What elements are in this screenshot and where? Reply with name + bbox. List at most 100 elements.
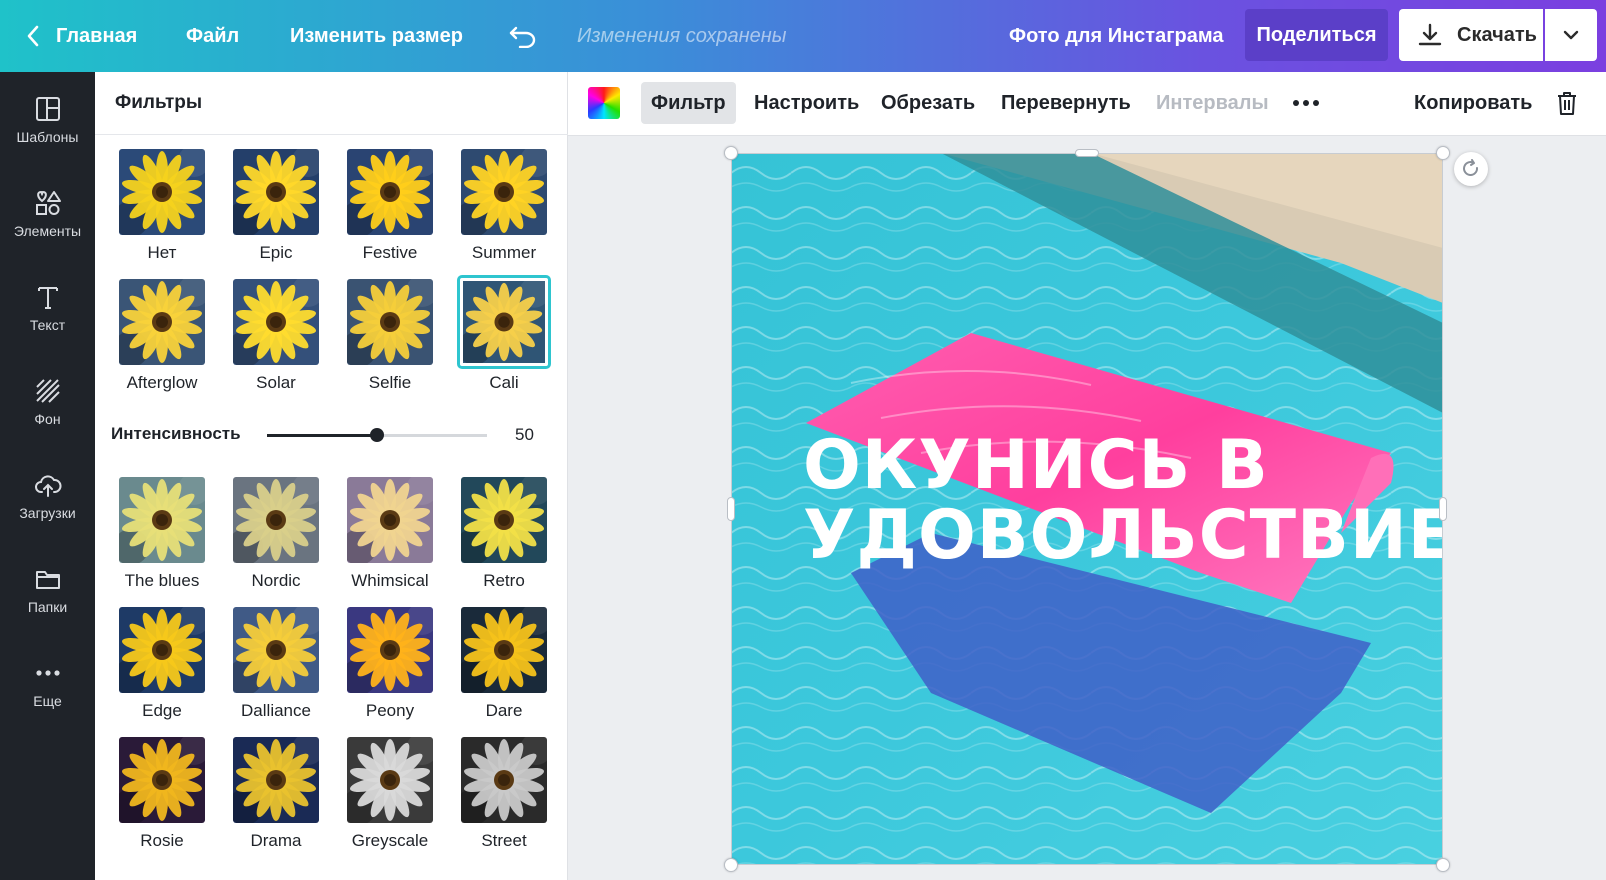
resize-handle-right[interactable]: [1439, 497, 1447, 521]
sidebar-item-background[interactable]: Фон: [0, 362, 95, 442]
resize-handle-bottom-left[interactable]: [724, 858, 738, 872]
filter-label: Greyscale: [351, 831, 429, 850]
intensity-slider[interactable]: [267, 428, 487, 442]
sidebar-item-folders[interactable]: Папки: [0, 550, 95, 630]
filter-label: Retro: [483, 571, 525, 590]
file-menu[interactable]: Файл: [186, 0, 239, 72]
text-icon: [37, 287, 58, 309]
filter-thumbnail: [461, 607, 547, 693]
filter-option-the-blues[interactable]: The blues: [117, 475, 207, 593]
filter-option-nordic[interactable]: Nordic: [231, 475, 321, 593]
resize-button[interactable]: Изменить размер: [290, 0, 463, 72]
panel-title: Фильтры: [115, 92, 203, 113]
undo-button[interactable]: [508, 0, 538, 72]
sidebar-item-elements[interactable]: Элементы: [0, 174, 95, 254]
filter-thumbnail: [347, 477, 433, 563]
sidebar-item-uploads[interactable]: Загрузки: [0, 456, 95, 536]
home-link[interactable]: Главная: [26, 0, 137, 72]
filter-thumbnail: [119, 477, 205, 563]
folder-icon: [35, 571, 60, 589]
save-status: Изменения сохранены: [577, 24, 787, 47]
design-title[interactable]: Фото для Инстаграма: [1009, 0, 1224, 72]
filter-option-нет[interactable]: Нет: [117, 147, 207, 265]
download-icon: [1418, 23, 1442, 46]
download-label: Скачать: [1457, 23, 1537, 46]
filter-label: Festive: [362, 243, 418, 262]
filter-label: Street: [481, 831, 527, 850]
flip-tool-button[interactable]: Перевернуть: [991, 82, 1141, 124]
filter-label: Solar: [256, 373, 296, 392]
delete-button[interactable]: [1546, 82, 1588, 124]
filter-option-afterglow[interactable]: Afterglow: [117, 277, 207, 395]
crop-tool-button[interactable]: Обрезать: [871, 82, 985, 124]
intensity-slider-fill: [267, 434, 377, 437]
sidebar-label: Загрузки: [19, 505, 76, 521]
filter-thumbnail: [119, 737, 205, 823]
filter-option-festive[interactable]: Festive: [345, 147, 435, 265]
color-picker-button[interactable]: [588, 87, 620, 119]
headline-text[interactable]: ОКУНИСЬ В УДОВОЛЬСТВИЕ: [803, 431, 1443, 571]
edit-toolbar: Фильтр Настроить Обрезать Перевернуть Ин…: [568, 72, 1606, 136]
filter-label: Whimsical: [351, 571, 429, 590]
filter-label: Edge: [142, 701, 182, 720]
share-button[interactable]: Поделиться: [1245, 9, 1388, 61]
filter-label: Selfie: [368, 373, 412, 392]
filter-option-rosie[interactable]: Rosie: [117, 735, 207, 853]
sidebar: Шаблоны Элементы Текст Фон Загрузки Папк…: [0, 72, 95, 880]
filter-option-street[interactable]: Street: [459, 735, 549, 853]
sidebar-item-text[interactable]: Текст: [0, 268, 95, 348]
filter-label: The blues: [124, 571, 200, 590]
filter-tool-button[interactable]: Фильтр: [641, 82, 736, 124]
more-options-button[interactable]: [1282, 82, 1330, 124]
sidebar-label: Шаблоны: [16, 129, 79, 145]
filter-option-whimsical[interactable]: Whimsical: [345, 475, 435, 593]
filter-option-summer[interactable]: Summer: [459, 147, 549, 265]
filter-option-peony[interactable]: Peony: [345, 605, 435, 723]
filter-option-drama[interactable]: Drama: [231, 735, 321, 853]
home-label: Главная: [56, 24, 138, 47]
adjust-tool-button[interactable]: Настроить: [744, 82, 869, 124]
filter-option-epic[interactable]: Epic: [231, 147, 321, 265]
trash-icon: [1558, 92, 1576, 115]
sidebar-label: Фон: [34, 411, 61, 427]
download-options-button[interactable]: [1545, 9, 1597, 61]
filter-option-edge[interactable]: Edge: [117, 605, 207, 723]
resize-handle-top-right[interactable]: [1436, 146, 1450, 160]
headline-line-2: УДОВОЛЬСТВИЕ: [803, 496, 1443, 575]
filter-option-greyscale[interactable]: Greyscale: [345, 735, 435, 853]
filter-thumbnail: [457, 275, 551, 369]
rotate-icon: [1463, 159, 1478, 176]
resize-handle-bottom-right[interactable]: [1436, 858, 1450, 872]
more-icon: [35, 670, 60, 676]
filter-option-dalliance[interactable]: Dalliance: [231, 605, 321, 723]
intensity-slider-knob[interactable]: [370, 428, 384, 442]
filter-option-cali[interactable]: Cali: [457, 275, 551, 395]
filter-option-dare[interactable]: Dare: [459, 605, 549, 723]
filter-thumbnail: [233, 737, 319, 823]
shapes-icon: [35, 190, 61, 215]
filter-option-solar[interactable]: Solar: [231, 277, 321, 395]
top-bar: Главная Файл Изменить размер Изменения с…: [0, 0, 1606, 72]
filter-label: Summer: [471, 243, 537, 262]
resize-handle-top-left[interactable]: [724, 146, 738, 160]
sidebar-item-templates[interactable]: Шаблоны: [0, 80, 95, 160]
chevron-left-icon: [27, 25, 39, 47]
filter-label: Dalliance: [241, 701, 311, 720]
filter-option-selfie[interactable]: Selfie: [345, 277, 435, 395]
copy-button[interactable]: Копировать: [1404, 82, 1542, 124]
undo-icon: [509, 26, 536, 48]
filter-thumbnail: [461, 737, 547, 823]
filters-panel: Фильтры Нет Epic Festive Summer Afterglo…: [95, 72, 568, 880]
sidebar-item-more[interactable]: Еще: [0, 644, 95, 724]
filter-thumbnail: [233, 607, 319, 693]
intensity-label: Интенсивность: [111, 424, 241, 443]
download-button[interactable]: Скачать: [1399, 9, 1543, 61]
spacing-tool-button[interactable]: Интервалы: [1146, 82, 1279, 124]
filter-option-retro[interactable]: Retro: [459, 475, 549, 593]
design-canvas[interactable]: ОКУНИСЬ В УДОВОЛЬСТВИЕ: [731, 153, 1443, 865]
rotate-button[interactable]: [1454, 152, 1488, 186]
sidebar-label: Еще: [33, 693, 62, 709]
resize-handle-left[interactable]: [727, 497, 735, 521]
filter-thumbnail: [119, 279, 205, 365]
resize-handle-top[interactable]: [1075, 149, 1099, 157]
